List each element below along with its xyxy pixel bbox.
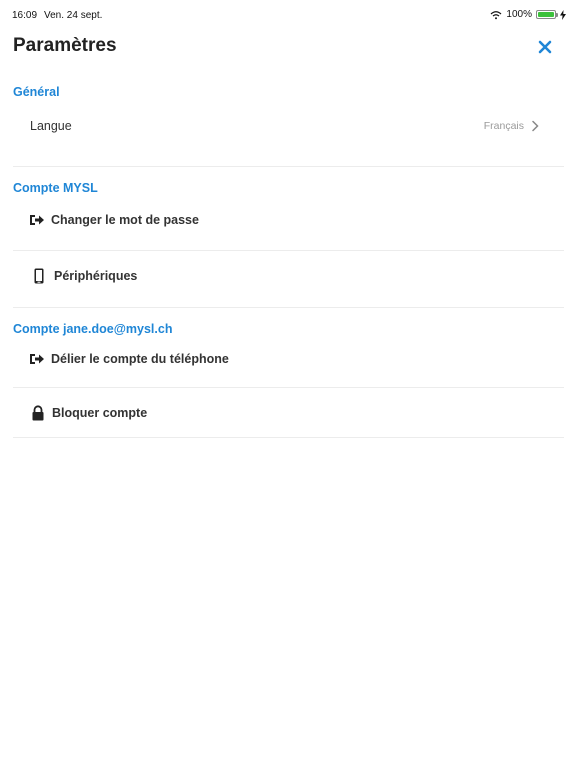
status-right: 100%: [490, 9, 566, 20]
status-time: 16:09: [12, 10, 38, 21]
unlink-account-row[interactable]: Délier le compte du téléphone: [13, 349, 564, 369]
divider: [13, 307, 564, 308]
section-header-account: Compte jane.doe@mysl.ch: [13, 322, 173, 336]
block-account-row[interactable]: Bloquer compte: [13, 403, 564, 423]
phone-icon: [34, 268, 44, 284]
devices-row[interactable]: Périphériques: [13, 266, 564, 286]
wifi-icon: [491, 10, 502, 19]
status-date: Ven. 24 sept.: [44, 10, 103, 21]
change-password-row[interactable]: Changer le mot de passe: [13, 210, 564, 230]
status-bar: 16:09 Ven. 24 sept. 100%: [0, 0, 576, 30]
sign-out-icon: [30, 215, 44, 225]
language-row[interactable]: Langue Français: [13, 115, 564, 137]
chevron-right-icon: [532, 120, 539, 132]
section-header-compte-mysl: Compte MYSL: [13, 181, 98, 195]
divider: [13, 166, 564, 167]
battery-icon: [536, 10, 558, 19]
close-icon[interactable]: [536, 38, 554, 56]
section-header-general: Général: [13, 85, 60, 99]
divider: [13, 250, 564, 251]
change-password-label: Changer le mot de passe: [51, 213, 199, 227]
page-title: Paramètres: [13, 35, 117, 56]
lock-icon: [32, 405, 44, 421]
language-label: Langue: [30, 119, 72, 133]
charging-bolt-icon: [560, 9, 566, 20]
battery-percent: 100%: [506, 9, 532, 20]
devices-label: Périphériques: [54, 269, 138, 283]
unlink-account-label: Délier le compte du téléphone: [51, 352, 229, 366]
divider: [13, 437, 564, 438]
language-value: Français: [483, 120, 524, 132]
divider: [13, 387, 564, 388]
block-account-label: Bloquer compte: [52, 406, 148, 420]
sign-out-icon: [30, 354, 44, 364]
